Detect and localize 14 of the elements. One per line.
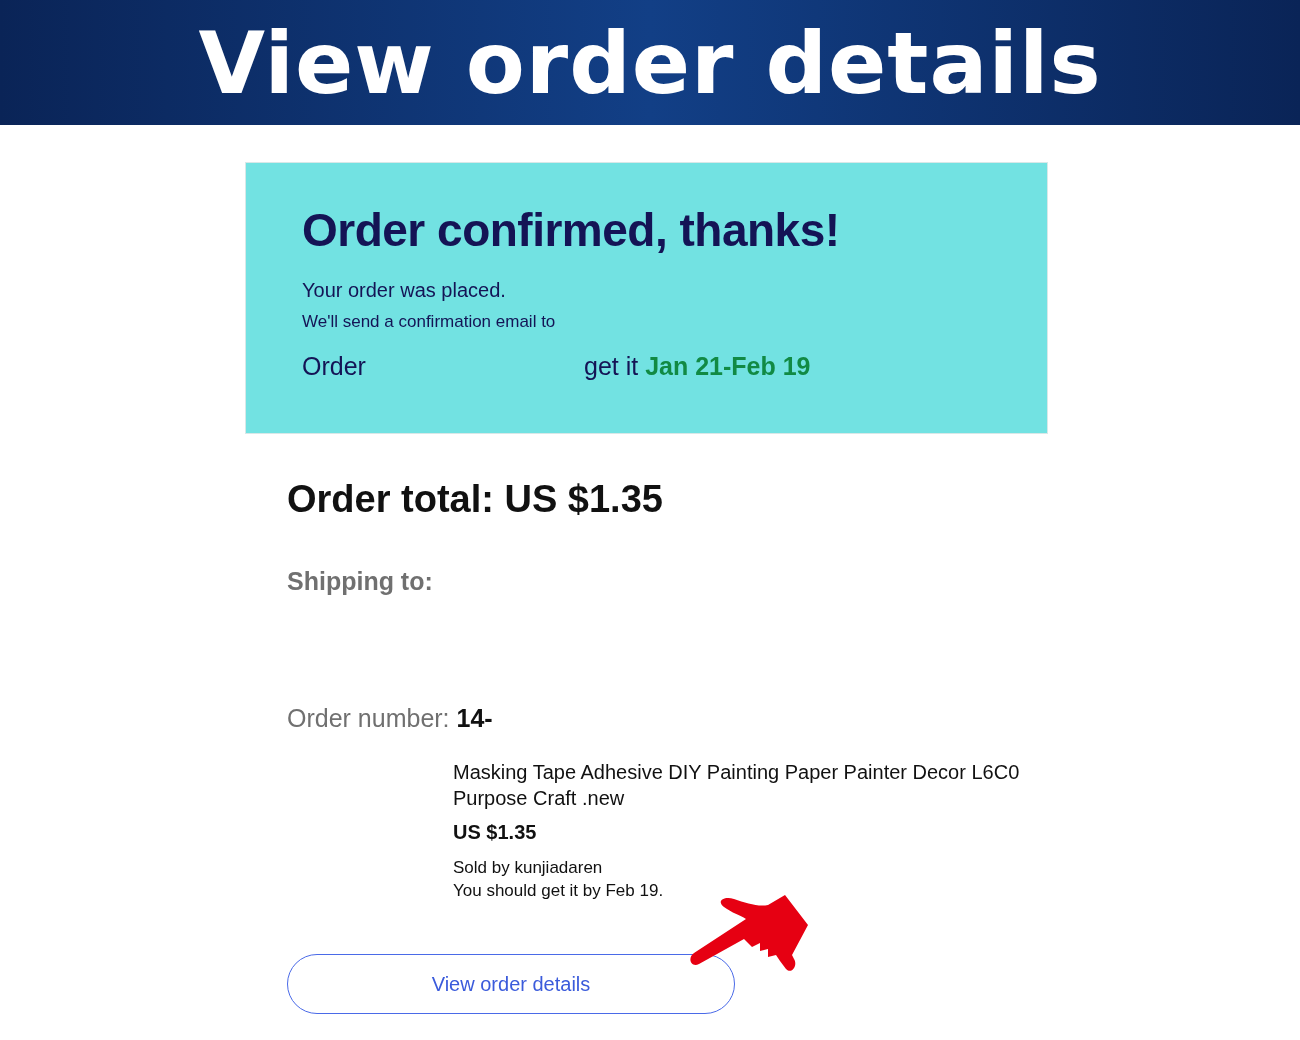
view-order-details-button[interactable]: View order details <box>287 954 735 1014</box>
order-label: Order <box>302 352 367 381</box>
order-number: Order number: 14- <box>287 704 494 733</box>
order-total: Order total: US $1.35 <box>287 478 664 521</box>
confirmation-heading: Order confirmed, thanks! <box>302 203 841 257</box>
shipping-label: Shipping to: <box>287 567 434 596</box>
seller-text: Sold by kunjiadaren <box>453 857 604 879</box>
delivery-estimate: get it Jan 21-Feb 19 <box>584 352 811 381</box>
item-price: US $1.35 <box>453 821 538 844</box>
email-note: We'll send a confirmation email to <box>302 312 557 332</box>
order-placed-text: Your order was placed. <box>302 279 507 302</box>
item-title: Masking Tape Adhesive DIY Painting Paper Painter Decor L6C0 Purpose Craft .new <box>453 760 1021 811</box>
banner-title: View order details <box>198 12 1102 113</box>
delivery-text: You should get it by Feb 19. <box>453 880 665 902</box>
